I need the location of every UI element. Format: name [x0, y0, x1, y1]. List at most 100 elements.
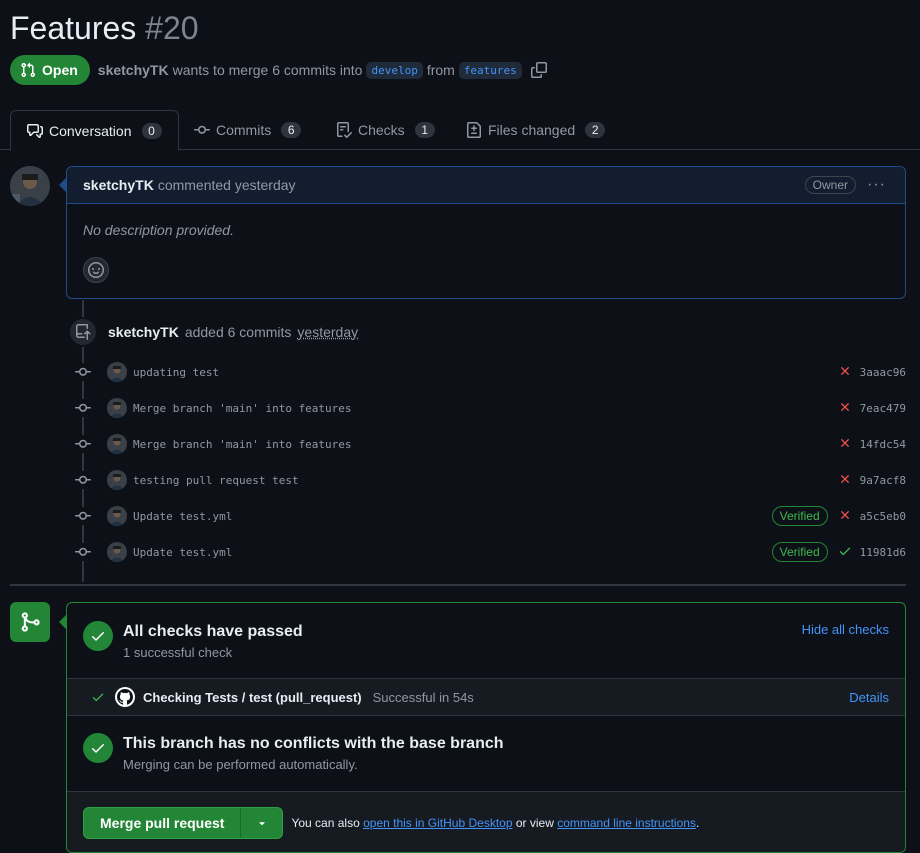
tab-counter: 2 — [585, 122, 606, 138]
commit-sha[interactable]: 11981d6 — [860, 546, 906, 559]
x-icon[interactable] — [838, 436, 852, 453]
commit-message[interactable]: Update test.yml — [133, 546, 232, 559]
github-desktop-link[interactable]: open this in GitHub Desktop — [363, 816, 512, 830]
commit-meta: 9a7acf8 — [838, 468, 906, 492]
merge-footer-text: You can also open this in GitHub Desktop… — [291, 816, 699, 830]
commits-added-event: sketchyTK added 6 commits yesterday — [68, 316, 358, 348]
conflict-title: This branch has no conflicts with the ba… — [123, 735, 504, 752]
git-merge-icon — [10, 602, 50, 642]
commit-sha[interactable]: 14fdc54 — [860, 438, 906, 451]
merge-options-dropdown[interactable] — [241, 808, 282, 838]
triangle-down-icon — [259, 822, 265, 826]
tab-label: Files changed — [488, 122, 576, 138]
commit-sha[interactable]: 3aaac96 — [860, 366, 906, 379]
commit-row: Merge branch 'main' into features 7eac479 — [74, 396, 914, 420]
commit-meta: Verified a5c5eb0 — [771, 504, 906, 528]
kebab-menu-icon[interactable]: ··· — [867, 176, 886, 194]
pr-author-link[interactable]: sketchyTK — [98, 62, 169, 78]
tab-files-changed[interactable]: Files changed 2 — [466, 110, 606, 150]
tab-counter: 0 — [141, 122, 162, 139]
hide-checks-link[interactable]: Hide all checks — [802, 622, 889, 637]
github-logo-icon — [115, 687, 135, 707]
x-icon[interactable] — [838, 472, 852, 489]
commit-sha[interactable]: 7eac479 — [860, 402, 906, 415]
event-author[interactable]: sketchyTK — [108, 324, 179, 340]
commit-message[interactable]: Update test.yml — [133, 510, 232, 523]
verified-badge[interactable]: Verified — [771, 506, 828, 526]
pr-number: #20 — [145, 10, 199, 46]
comment-header: sketchyTK commented yesterday Owner ··· — [67, 167, 905, 204]
check-circle-icon — [83, 733, 113, 763]
git-commit-icon — [74, 543, 92, 561]
checks-subtitle: 1 successful check — [123, 645, 233, 660]
git-commit-icon — [74, 363, 92, 381]
check-row: Checking Tests / test (pull_request) Suc… — [67, 679, 905, 716]
commit-message[interactable]: Merge branch 'main' into features — [133, 438, 352, 451]
avatar[interactable] — [10, 166, 50, 206]
commit-message[interactable]: testing pull request test — [133, 474, 299, 487]
footer-prefix: You can also — [291, 816, 360, 830]
commit-row: Update test.yml Verified a5c5eb0 — [74, 504, 914, 528]
checks-section: All checks have passed 1 successful chec… — [67, 603, 905, 679]
add-reaction-button[interactable] — [83, 257, 109, 283]
tab-label: Commits — [216, 122, 272, 138]
commit-sha[interactable]: a5c5eb0 — [860, 510, 906, 523]
x-icon[interactable] — [838, 400, 852, 417]
commit-meta: 7eac479 — [838, 396, 906, 420]
commit-row: testing pull request test 9a7acf8 — [74, 468, 914, 492]
details-link[interactable]: Details — [849, 690, 889, 705]
conflict-subtitle: Merging can be performed automatically. — [123, 757, 358, 772]
pr-title-text: Features — [10, 10, 137, 46]
pull-request-icon — [21, 62, 36, 78]
tab-counter: 1 — [414, 122, 435, 138]
event-action: added 6 commits — [184, 324, 292, 340]
check-icon[interactable] — [838, 544, 852, 561]
comment-body: No description provided. — [83, 222, 234, 238]
avatar[interactable] — [107, 398, 127, 418]
merge-button-group: Merge pull request — [83, 807, 284, 839]
avatar[interactable] — [107, 542, 127, 562]
commit-message[interactable]: updating test — [133, 366, 219, 379]
commit-meta: Verified 11981d6 — [771, 540, 906, 564]
timeline-divider — [10, 584, 906, 586]
comment-discussion-icon — [27, 123, 43, 138]
event-time[interactable]: yesterday — [297, 324, 358, 340]
avatar[interactable] — [107, 434, 127, 454]
check-circle-icon — [83, 621, 113, 651]
command-line-link[interactable]: command line instructions — [557, 816, 696, 830]
git-commit-icon — [194, 125, 210, 134]
comment-author[interactable]: sketchyTK — [83, 177, 154, 193]
verified-badge[interactable]: Verified — [771, 542, 828, 562]
head-branch[interactable]: features — [458, 61, 522, 79]
git-commit-icon — [74, 435, 92, 453]
git-commit-icon — [74, 471, 92, 489]
commit-meta: 3aaac96 — [838, 360, 906, 384]
commit-message[interactable]: Merge branch 'main' into features — [133, 402, 352, 415]
x-icon[interactable] — [838, 508, 852, 525]
tab-checks[interactable]: Checks 1 — [336, 110, 435, 150]
avatar[interactable] — [107, 506, 127, 526]
repo-push-icon — [68, 317, 98, 347]
merge-summary: sketchyTK wants to merge 6 commits into … — [98, 61, 548, 79]
checks-title: All checks have passed — [123, 623, 303, 640]
commit-row: Update test.yml Verified 11981d6 — [74, 540, 914, 564]
comment-arrow — [59, 178, 66, 192]
avatar[interactable] — [107, 470, 127, 490]
tab-label: Conversation — [49, 122, 132, 139]
avatar[interactable] — [107, 362, 127, 382]
commit-sha[interactable]: 9a7acf8 — [860, 474, 906, 487]
checklist-icon — [337, 122, 352, 138]
merge-pull-request-button[interactable]: Merge pull request — [84, 808, 242, 838]
git-commit-icon — [74, 507, 92, 525]
tab-commits[interactable]: Commits 6 — [194, 110, 302, 150]
merge-box: All checks have passed 1 successful chec… — [66, 602, 906, 853]
merge-footer: Merge pull request You can also open thi… — [67, 792, 905, 852]
x-icon[interactable] — [838, 364, 852, 381]
tab-conversation[interactable]: Conversation 0 — [10, 110, 179, 151]
state-label: Open — [42, 62, 78, 78]
comment-action: commented yesterday — [157, 177, 296, 193]
copy-icon[interactable] — [530, 61, 548, 79]
merge-text: wants to merge 6 commits into — [172, 62, 363, 78]
check-status: Successful in 54s — [372, 689, 474, 705]
base-branch[interactable]: develop — [366, 61, 423, 79]
